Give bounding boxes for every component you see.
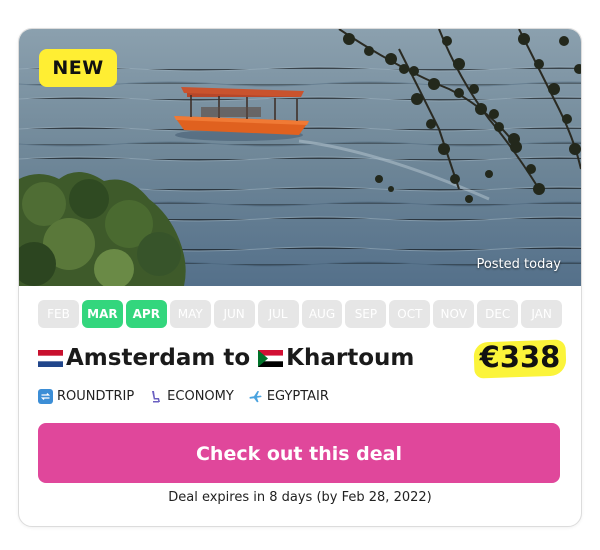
airline-label: EGYPTAIR (266, 388, 329, 404)
trip-type-label: ROUNDTRIP (57, 388, 135, 404)
cabin-class: ECONOMY (148, 389, 234, 404)
trip-type: ROUNDTRIP (38, 388, 135, 404)
new-badge: NEW (39, 49, 117, 87)
month-nov: NOV (433, 300, 475, 328)
month-may: MAY (169, 300, 211, 328)
route-connector: to (215, 345, 259, 371)
seat-icon (148, 389, 163, 404)
origin-city: Amsterdam (66, 345, 216, 371)
route-title[interactable]: Amsterdam to Khartoum (38, 341, 414, 375)
cabin-class-label: ECONOMY (167, 388, 234, 404)
airplane-icon (248, 389, 263, 404)
roundtrip-icon (38, 388, 53, 404)
month-oct: OCT (389, 300, 431, 328)
check-out-deal-button[interactable]: Check out this deal (38, 423, 560, 483)
deal-expiry: Deal expires in 8 days (by Feb 28, 2022) (168, 490, 432, 505)
month-aug: AUG (301, 300, 343, 328)
month-apr: APR (125, 300, 167, 328)
month-feb: FEB (38, 300, 79, 328)
travel-months: FEB MAR APR MAY JUN JUL AUG SEP OCT NOV DEC JAN (38, 300, 563, 328)
sudan-flag-icon (258, 349, 284, 367)
month-jan: JAN (521, 300, 563, 328)
month-dec: DEC (477, 300, 519, 328)
price-tag: €338 (473, 335, 567, 379)
deal-details: ROUNDTRIP ECONOMY EGYPTAIR (38, 387, 343, 405)
destination-city: Khartoum (286, 345, 415, 371)
month-mar: MAR (81, 300, 123, 328)
month-jun: JUN (213, 300, 255, 328)
airline: EGYPTAIR (248, 389, 329, 404)
posted-date: Posted today (476, 257, 561, 272)
deal-card[interactable]: NEW Posted today FEB MAR APR MAY JUN JUL AUG SE… (18, 28, 582, 527)
netherlands-flag-icon (38, 349, 63, 367)
destination-photo: NEW Posted today (19, 29, 581, 286)
price: €338 (479, 340, 561, 374)
month-sep: SEP (345, 300, 387, 328)
month-jul: JUL (257, 300, 299, 328)
